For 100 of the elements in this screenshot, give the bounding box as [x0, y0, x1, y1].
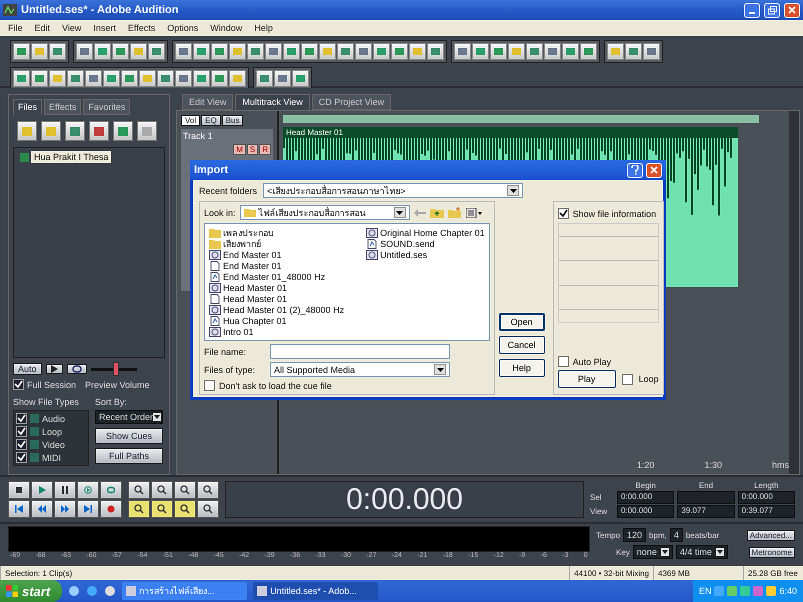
zoom-button[interactable] [174, 481, 196, 499]
zoom-button[interactable] [151, 500, 173, 518]
track-toggle-button[interactable]: S [246, 144, 258, 155]
file-list-item[interactable]: Original Home Chapter 01 [380, 228, 485, 238]
menu-item[interactable]: Options [167, 23, 198, 33]
checkbox[interactable] [16, 426, 27, 437]
checkbox[interactable] [16, 413, 27, 424]
toolbar-button[interactable] [355, 43, 372, 60]
scrollbar[interactable] [789, 111, 799, 474]
loop-button[interactable] [66, 364, 87, 374]
start-button[interactable]: start [0, 580, 62, 602]
toolbar-button[interactable] [247, 43, 264, 60]
transport-button[interactable] [77, 481, 99, 499]
toolbar-button[interactable] [193, 43, 210, 60]
beats-field[interactable]: 4 [670, 528, 683, 542]
transport-button[interactable] [54, 500, 76, 518]
quick-launch-button[interactable] [86, 585, 98, 597]
zoom-button[interactable] [197, 481, 219, 499]
track-toggle-button[interactable]: M [233, 144, 246, 155]
file-name-field[interactable] [270, 344, 450, 359]
panel-tab[interactable]: Effects [44, 99, 82, 115]
toolbar-button[interactable] [13, 43, 30, 60]
mixer-tab[interactable]: Vol [181, 115, 200, 126]
restore-button[interactable] [764, 2, 780, 18]
toolbar-button[interactable] [229, 70, 246, 87]
toolbar-button[interactable] [31, 70, 48, 87]
mixer-tab[interactable]: Bus [222, 115, 244, 126]
zoom-button[interactable] [174, 500, 196, 518]
slider-thumb[interactable] [112, 362, 119, 376]
view-tab[interactable]: Edit View [182, 94, 234, 110]
checkbox[interactable] [558, 208, 569, 219]
transport-button[interactable] [100, 481, 122, 499]
toolbar-button[interactable] [41, 121, 61, 141]
toolbar-button[interactable] [643, 43, 660, 60]
file-list-item[interactable]: End Master 01 [223, 250, 282, 260]
file-list-item[interactable]: End Master 01 [223, 260, 282, 270]
toolbar-button[interactable] [103, 70, 120, 87]
toolbar-button[interactable] [211, 43, 228, 60]
toolbar-button[interactable] [89, 121, 109, 141]
toolbar-button[interactable] [544, 43, 561, 60]
toolbar-button[interactable] [508, 43, 525, 60]
toolbar-button[interactable] [139, 70, 156, 87]
checkbox[interactable] [16, 439, 27, 450]
zoom-button[interactable] [128, 481, 150, 499]
toolbar-button[interactable] [490, 43, 507, 60]
file-list-item[interactable]: Head Master 01 [223, 282, 288, 292]
toolbar-button[interactable] [301, 43, 318, 60]
toolbar-button[interactable] [175, 43, 192, 60]
close-button[interactable] [784, 2, 800, 18]
organizer-file-entry[interactable]: Hua Prakit I Thesa [31, 151, 112, 163]
toolbar-button[interactable] [265, 43, 282, 60]
toolbar-button[interactable] [49, 43, 66, 60]
key-dropdown[interactable]: none [632, 545, 673, 559]
minimize-button[interactable] [744, 2, 760, 18]
menu-item[interactable]: Help [254, 23, 273, 33]
zoom-button[interactable] [128, 500, 150, 518]
file-type-dropdown[interactable]: All Supported Media [270, 362, 450, 377]
quick-launch-button[interactable] [68, 585, 80, 597]
time-field[interactable]: 0:00.000 [617, 491, 674, 504]
toolbar-button[interactable] [526, 43, 543, 60]
checkbox[interactable] [16, 452, 27, 463]
toolbar-button[interactable] [130, 43, 147, 60]
time-signature-dropdown[interactable]: 4/4 time [676, 545, 728, 559]
auto-play-button[interactable]: Auto [13, 363, 42, 375]
mixer-tab[interactable]: EQ [201, 115, 221, 126]
toolbar-button[interactable] [112, 43, 129, 60]
toolbar-button[interactable] [85, 70, 102, 87]
time-field[interactable]: 0:39.077 [738, 505, 795, 518]
help-button[interactable] [627, 162, 643, 178]
toolbar-button[interactable] [211, 70, 228, 87]
look-in-dropdown[interactable]: ไฟล์เสียงประกอบสื่อการสอน [240, 205, 410, 220]
menu-item[interactable]: View [62, 23, 82, 33]
file-list-item[interactable]: เพลงประกอบ [223, 226, 274, 240]
volume-slider[interactable] [90, 362, 137, 376]
checkbox[interactable] [622, 374, 633, 384]
toolbar-button[interactable] [274, 70, 291, 87]
toolbar-button[interactable] [17, 121, 37, 141]
track-toggle-button[interactable]: R [259, 144, 271, 155]
panel-tab[interactable]: Files [13, 99, 42, 115]
toolbar-button[interactable] [49, 70, 66, 87]
view-tab[interactable]: CD Project View [312, 94, 392, 110]
file-list-item[interactable]: Hua Chapter 01 [223, 316, 287, 326]
panel-button[interactable]: Full Paths [95, 448, 163, 464]
file-list-item[interactable]: เสียงพากย์ [223, 236, 261, 250]
toolbar-button[interactable] [137, 121, 157, 141]
toolbar-button[interactable] [13, 70, 30, 87]
time-field[interactable] [677, 491, 735, 504]
toolbar-button[interactable] [472, 43, 489, 60]
file-list-item[interactable]: SOUND.send [380, 238, 435, 248]
tempo-field[interactable]: 120 [623, 528, 646, 542]
dialog-button[interactable]: Help [498, 359, 545, 377]
play-button[interactable]: Play [558, 370, 616, 388]
toolbar-button[interactable] [193, 70, 210, 87]
toolbar-button[interactable] [76, 43, 93, 60]
toolbar-button[interactable] [94, 43, 111, 60]
transport-button[interactable] [31, 481, 53, 499]
menu-item[interactable]: Insert [93, 23, 116, 33]
toolbar-button[interactable] [256, 70, 273, 87]
quick-launch-button[interactable] [104, 585, 116, 597]
zoom-button[interactable] [197, 500, 219, 518]
